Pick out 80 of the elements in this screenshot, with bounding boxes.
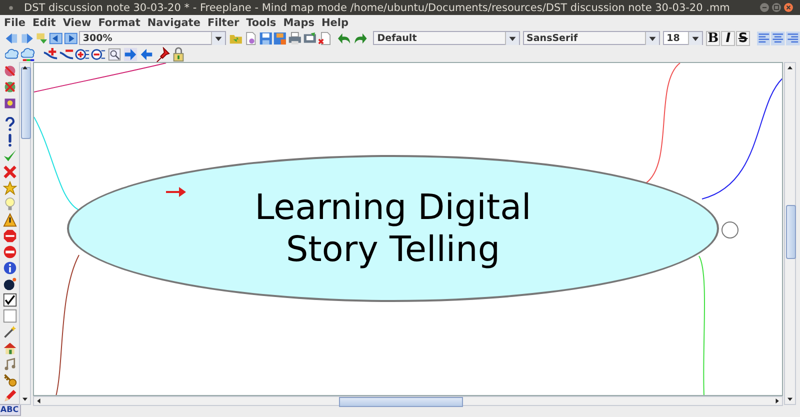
- vertical-scrollbar[interactable]: [784, 62, 796, 405]
- horizontal-scrollbar[interactable]: [33, 396, 783, 406]
- dropdown-caret-icon[interactable]: [504, 32, 519, 44]
- magic-wand-icon[interactable]: [2, 325, 16, 339]
- scroll-thumb[interactable]: [339, 397, 463, 407]
- pin-icon[interactable]: [155, 46, 170, 62]
- dropdown-caret-icon[interactable]: [688, 32, 702, 44]
- close-document-icon[interactable]: [318, 30, 332, 46]
- undo-icon[interactable]: [338, 30, 352, 46]
- last-page-icon[interactable]: [64, 30, 78, 46]
- italic-button[interactable]: I: [721, 30, 736, 46]
- map-node-icon[interactable]: [34, 30, 48, 46]
- menu-item[interactable]: Filter: [205, 16, 244, 28]
- right-arrow-icon[interactable]: [123, 46, 138, 62]
- minus-icon[interactable]: [2, 245, 16, 259]
- bold-button[interactable]: B: [706, 30, 720, 46]
- redo-icon[interactable]: [352, 30, 367, 46]
- menu-item[interactable]: File: [2, 16, 30, 28]
- checked-box-icon[interactable]: [2, 293, 16, 307]
- cloud-icon[interactable]: [5, 46, 20, 62]
- music-icon[interactable]: [2, 357, 16, 371]
- zoom-combo[interactable]: 300%: [78, 31, 226, 45]
- window-title: DST discussion note 30-03-20 * - Freeplane - Mind map mode /home/ubuntu/Documents/resources/DST discussion note 30-03-20 .mm: [24, 2, 731, 14]
- menu-item[interactable]: Edit: [30, 16, 61, 28]
- add-node-icon[interactable]: [75, 46, 90, 62]
- dropdown-caret-icon[interactable]: [644, 32, 659, 44]
- cross-icon[interactable]: [2, 165, 16, 179]
- bomb-icon[interactable]: [2, 277, 16, 291]
- spell-check-button[interactable]: ABC: [0, 404, 21, 416]
- house-icon[interactable]: [2, 341, 16, 355]
- zoom-icon[interactable]: [107, 46, 122, 62]
- printer-icon[interactable]: [288, 30, 302, 46]
- remove-first-icon[interactable]: [2, 64, 16, 78]
- info-icon[interactable]: [2, 261, 16, 275]
- menu-item[interactable]: Navigate: [145, 16, 206, 28]
- menu-item[interactable]: Tools: [244, 16, 282, 28]
- save-as-icon[interactable]: [273, 30, 288, 46]
- question-icon[interactable]: [2, 117, 16, 131]
- key-icon[interactable]: [2, 373, 16, 387]
- warning-icon[interactable]: [2, 213, 16, 227]
- menu-item[interactable]: View: [60, 16, 96, 28]
- close-button[interactable]: [783, 2, 794, 13]
- checkmark-icon[interactable]: [2, 149, 16, 163]
- forward-icon[interactable]: [20, 30, 34, 46]
- stop-icon[interactable]: [2, 229, 16, 243]
- strikethrough-button[interactable]: S: [736, 30, 750, 46]
- maximize-button[interactable]: [771, 2, 782, 13]
- save-icon[interactable]: [258, 30, 272, 46]
- align-right-icon[interactable]: [786, 30, 800, 46]
- style-combo[interactable]: Default: [373, 31, 520, 45]
- menu-item[interactable]: Help: [320, 16, 354, 28]
- fold-handle[interactable]: [721, 221, 739, 239]
- scroll-thumb[interactable]: [21, 67, 31, 139]
- icon-palette-icon[interactable]: [2, 96, 16, 110]
- first-page-icon[interactable]: [49, 30, 64, 46]
- left-arrow-icon[interactable]: [139, 46, 154, 62]
- add-connector-icon[interactable]: [43, 46, 58, 62]
- root-node[interactable]: Learning Digital Story Telling: [67, 155, 719, 302]
- mind-map-canvas[interactable]: Learning Digital Story Telling: [33, 62, 783, 396]
- print-preview-icon[interactable]: [302, 30, 317, 46]
- align-left-icon[interactable]: [756, 30, 770, 46]
- align-center-icon[interactable]: [771, 30, 786, 46]
- remove-all-icons[interactable]: [2, 80, 16, 94]
- cloud-color-icon[interactable]: [21, 46, 36, 62]
- menu-item[interactable]: Format: [96, 16, 146, 28]
- scroll-thumb[interactable]: [786, 205, 796, 259]
- back-icon[interactable]: [5, 30, 19, 46]
- remove-node-icon[interactable]: [91, 46, 106, 62]
- font-combo[interactable]: SansSerif: [522, 31, 660, 45]
- minimize-button[interactable]: [759, 2, 770, 13]
- vertical-scrollbar[interactable]: [19, 62, 31, 405]
- dropdown-caret-icon[interactable]: [211, 32, 226, 44]
- pencil-icon[interactable]: [2, 389, 16, 403]
- font-size-combo[interactable]: 18: [662, 31, 704, 45]
- new-document-icon[interactable]: [244, 30, 258, 46]
- arrow-icon: [165, 186, 187, 198]
- star-icon[interactable]: [2, 181, 16, 195]
- lock-icon[interactable]: [171, 46, 186, 62]
- remove-connector-icon[interactable]: [59, 46, 74, 62]
- menu-item[interactable]: Maps: [281, 16, 320, 28]
